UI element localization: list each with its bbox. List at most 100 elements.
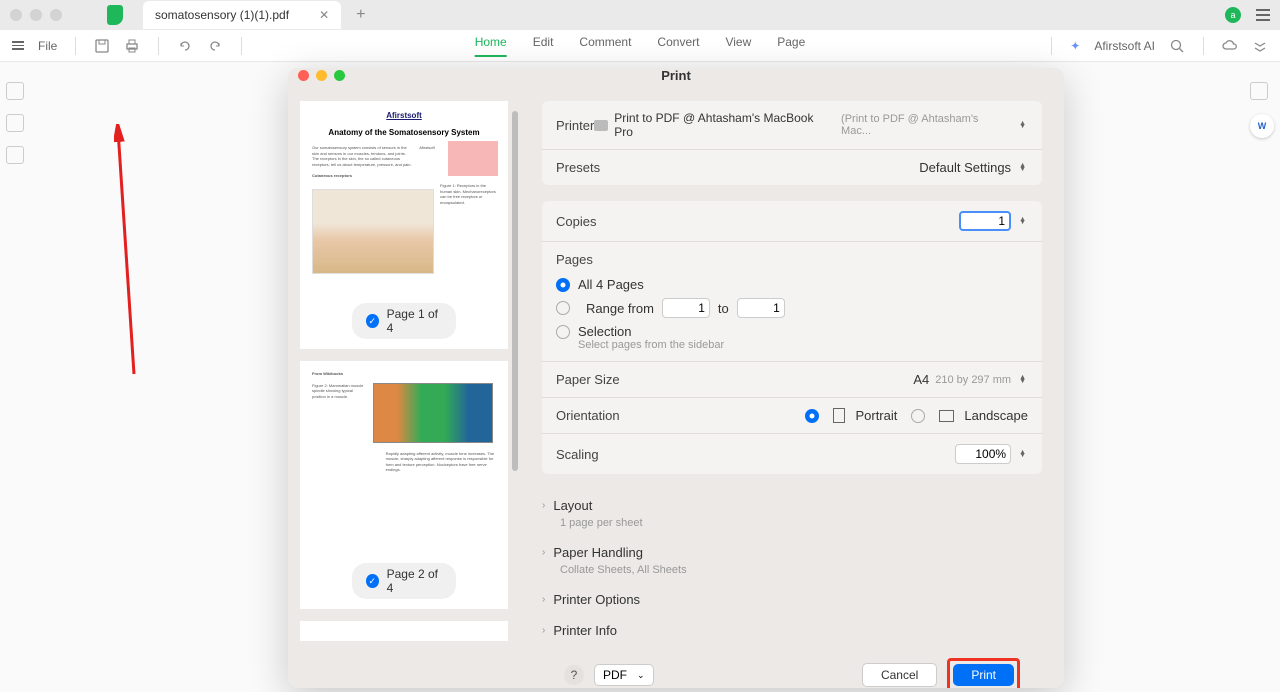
radio-icon[interactable] [805,409,819,423]
menu-view[interactable]: View [725,35,751,57]
document-tab[interactable]: somatosensory (1)(1).pdf ✕ [143,1,341,29]
save-icon[interactable] [94,38,110,54]
paper-size-selector[interactable]: A4 210 by 297 mm ▲▼ [913,372,1028,387]
user-avatar[interactable]: a [1225,7,1241,23]
radio-icon[interactable] [556,301,570,315]
chevron-right-icon: › [542,625,545,636]
chevron-right-icon: › [542,594,545,605]
thumb-body-text: Rapidly adapting afferent activity, musc… [386,451,496,473]
page-thumbnail-1[interactable]: Afirstsoft Anatomy of the Somatosensory … [300,101,508,349]
range-from-input[interactable] [662,298,710,318]
dialog-close-icon[interactable] [298,70,309,81]
print-dialog: Print Afirstsoft Anatomy of the Somatose… [288,68,1064,688]
radio-icon[interactable] [556,325,570,339]
app-logo-icon [107,5,123,25]
page-thumbnail-3[interactable] [300,621,508,641]
thumb-caption: Figure 2: Mammalian muscle spindle showi… [312,383,367,443]
ai-label[interactable]: Afirstsoft AI [1094,39,1155,53]
pages-label: Pages [556,252,593,267]
dropdown-arrows-icon[interactable]: ▲▼ [1017,162,1028,173]
scaling-input[interactable] [955,444,1011,464]
print-button[interactable]: Print [953,664,1014,686]
pages-all-option[interactable]: All 4 Pages [556,277,644,292]
printer-label: Printer [556,118,594,133]
preview-pane: Afirstsoft Anatomy of the Somatosensory … [288,83,520,688]
portrait-icon [833,408,845,423]
print-icon[interactable] [124,38,140,54]
orientation-portrait-option[interactable]: Portrait [805,408,897,423]
radio-icon[interactable] [556,278,570,292]
printer-options-expand[interactable]: › Printer Options [542,584,1042,615]
orientation-row: Orientation Portrait Landscape [542,397,1042,433]
orientation-landscape-option[interactable]: Landscape [911,408,1028,423]
stepper-arrows-icon[interactable]: ▲▼ [1017,449,1028,460]
pages-section: Pages All 4 Pages Range from to [542,241,1042,361]
stepper-arrows-icon[interactable]: ▲▼ [1017,216,1028,227]
main-content: W Print Afirstsoft Anatomy of the Somato… [0,62,1280,692]
layout-label: Layout [553,498,592,513]
preview-scrollbar[interactable] [512,111,518,471]
dropdown-arrows-icon[interactable]: ▲▼ [1017,374,1028,385]
printer-row: Printer Print to PDF @ Ahtasham's MacBoo… [542,101,1042,149]
cloud-icon[interactable] [1222,38,1238,54]
bookmarks-panel-icon[interactable] [6,114,24,132]
undo-icon[interactable] [177,38,193,54]
menu-comment[interactable]: Comment [579,35,631,57]
menu-home[interactable]: Home [475,35,507,57]
menu-edit[interactable]: Edit [533,35,554,57]
printer-options-label: Printer Options [553,592,640,607]
pdf-dropdown[interactable]: PDF ⌄ [594,664,654,686]
scaling-label: Scaling [556,447,599,462]
paper-size-label: Paper Size [556,372,620,387]
layout-sub: 1 page per sheet [560,517,1042,529]
thumb-diagram [312,189,434,274]
file-menu-label[interactable]: File [38,39,57,53]
comments-panel-icon[interactable] [6,146,24,164]
copies-input[interactable] [959,211,1011,231]
window-controls [10,9,62,21]
maximize-window-icon[interactable] [50,9,62,21]
close-window-icon[interactable] [10,9,22,21]
help-button[interactable]: ? [564,665,584,685]
printer-selector[interactable]: Print to PDF @ Ahtasham's MacBook Pro (P… [594,111,1028,139]
thumb-highlight-box [448,141,498,176]
page-thumbnail-2[interactable]: From Wikibooks Figure 2: Mammalian muscl… [300,361,508,609]
pages-selection-option[interactable]: Selection Select pages from the sidebar [556,324,724,351]
menu-convert[interactable]: Convert [657,35,699,57]
word-export-icon[interactable]: W [1250,114,1274,138]
dialog-minimize-icon[interactable] [316,70,327,81]
close-tab-icon[interactable]: ✕ [319,8,329,22]
page-badge-1: ✓ Page 1 of 4 [352,303,456,339]
divider [158,37,159,55]
thumb-body-text: Our somatosensory system consists of sen… [312,145,413,167]
range-to-input[interactable] [737,298,785,318]
page-badge-text: Page 2 of 4 [387,567,442,595]
redo-icon[interactable] [207,38,223,54]
window-titlebar: somatosensory (1)(1).pdf ✕ + a [0,0,1280,30]
dialog-title: Print [661,68,691,83]
portrait-label: Portrait [855,408,897,423]
paper-size-row: Paper Size A4 210 by 297 mm ▲▼ [542,361,1042,397]
pages-range-option[interactable]: Range from to [556,298,785,318]
dropdown-arrows-icon[interactable]: ▲▼ [1017,120,1028,131]
divider [241,37,242,55]
chevron-right-icon: › [542,500,545,511]
new-tab-button[interactable]: + [356,6,365,24]
presets-selector[interactable]: Default Settings ▲▼ [919,160,1028,175]
printer-info-expand[interactable]: › Printer Info [542,615,1042,646]
right-panel-icon[interactable] [1250,82,1268,100]
thumbnails-panel-icon[interactable] [6,82,24,100]
search-icon[interactable] [1169,38,1185,54]
collapse-icon[interactable] [1252,38,1268,54]
printer-sub: (Print to PDF @ Ahtasham's Mac... [841,113,1011,137]
radio-icon[interactable] [911,409,925,423]
divider [1051,37,1052,55]
presets-value: Default Settings [919,160,1011,175]
app-menu-icon[interactable] [1256,9,1270,21]
dialog-zoom-icon[interactable] [334,70,345,81]
menu-page[interactable]: Page [777,35,805,57]
paper-handling-sub: Collate Sheets, All Sheets [560,564,1042,576]
minimize-window-icon[interactable] [30,9,42,21]
file-menu-icon[interactable] [12,41,24,50]
cancel-button[interactable]: Cancel [862,663,937,687]
